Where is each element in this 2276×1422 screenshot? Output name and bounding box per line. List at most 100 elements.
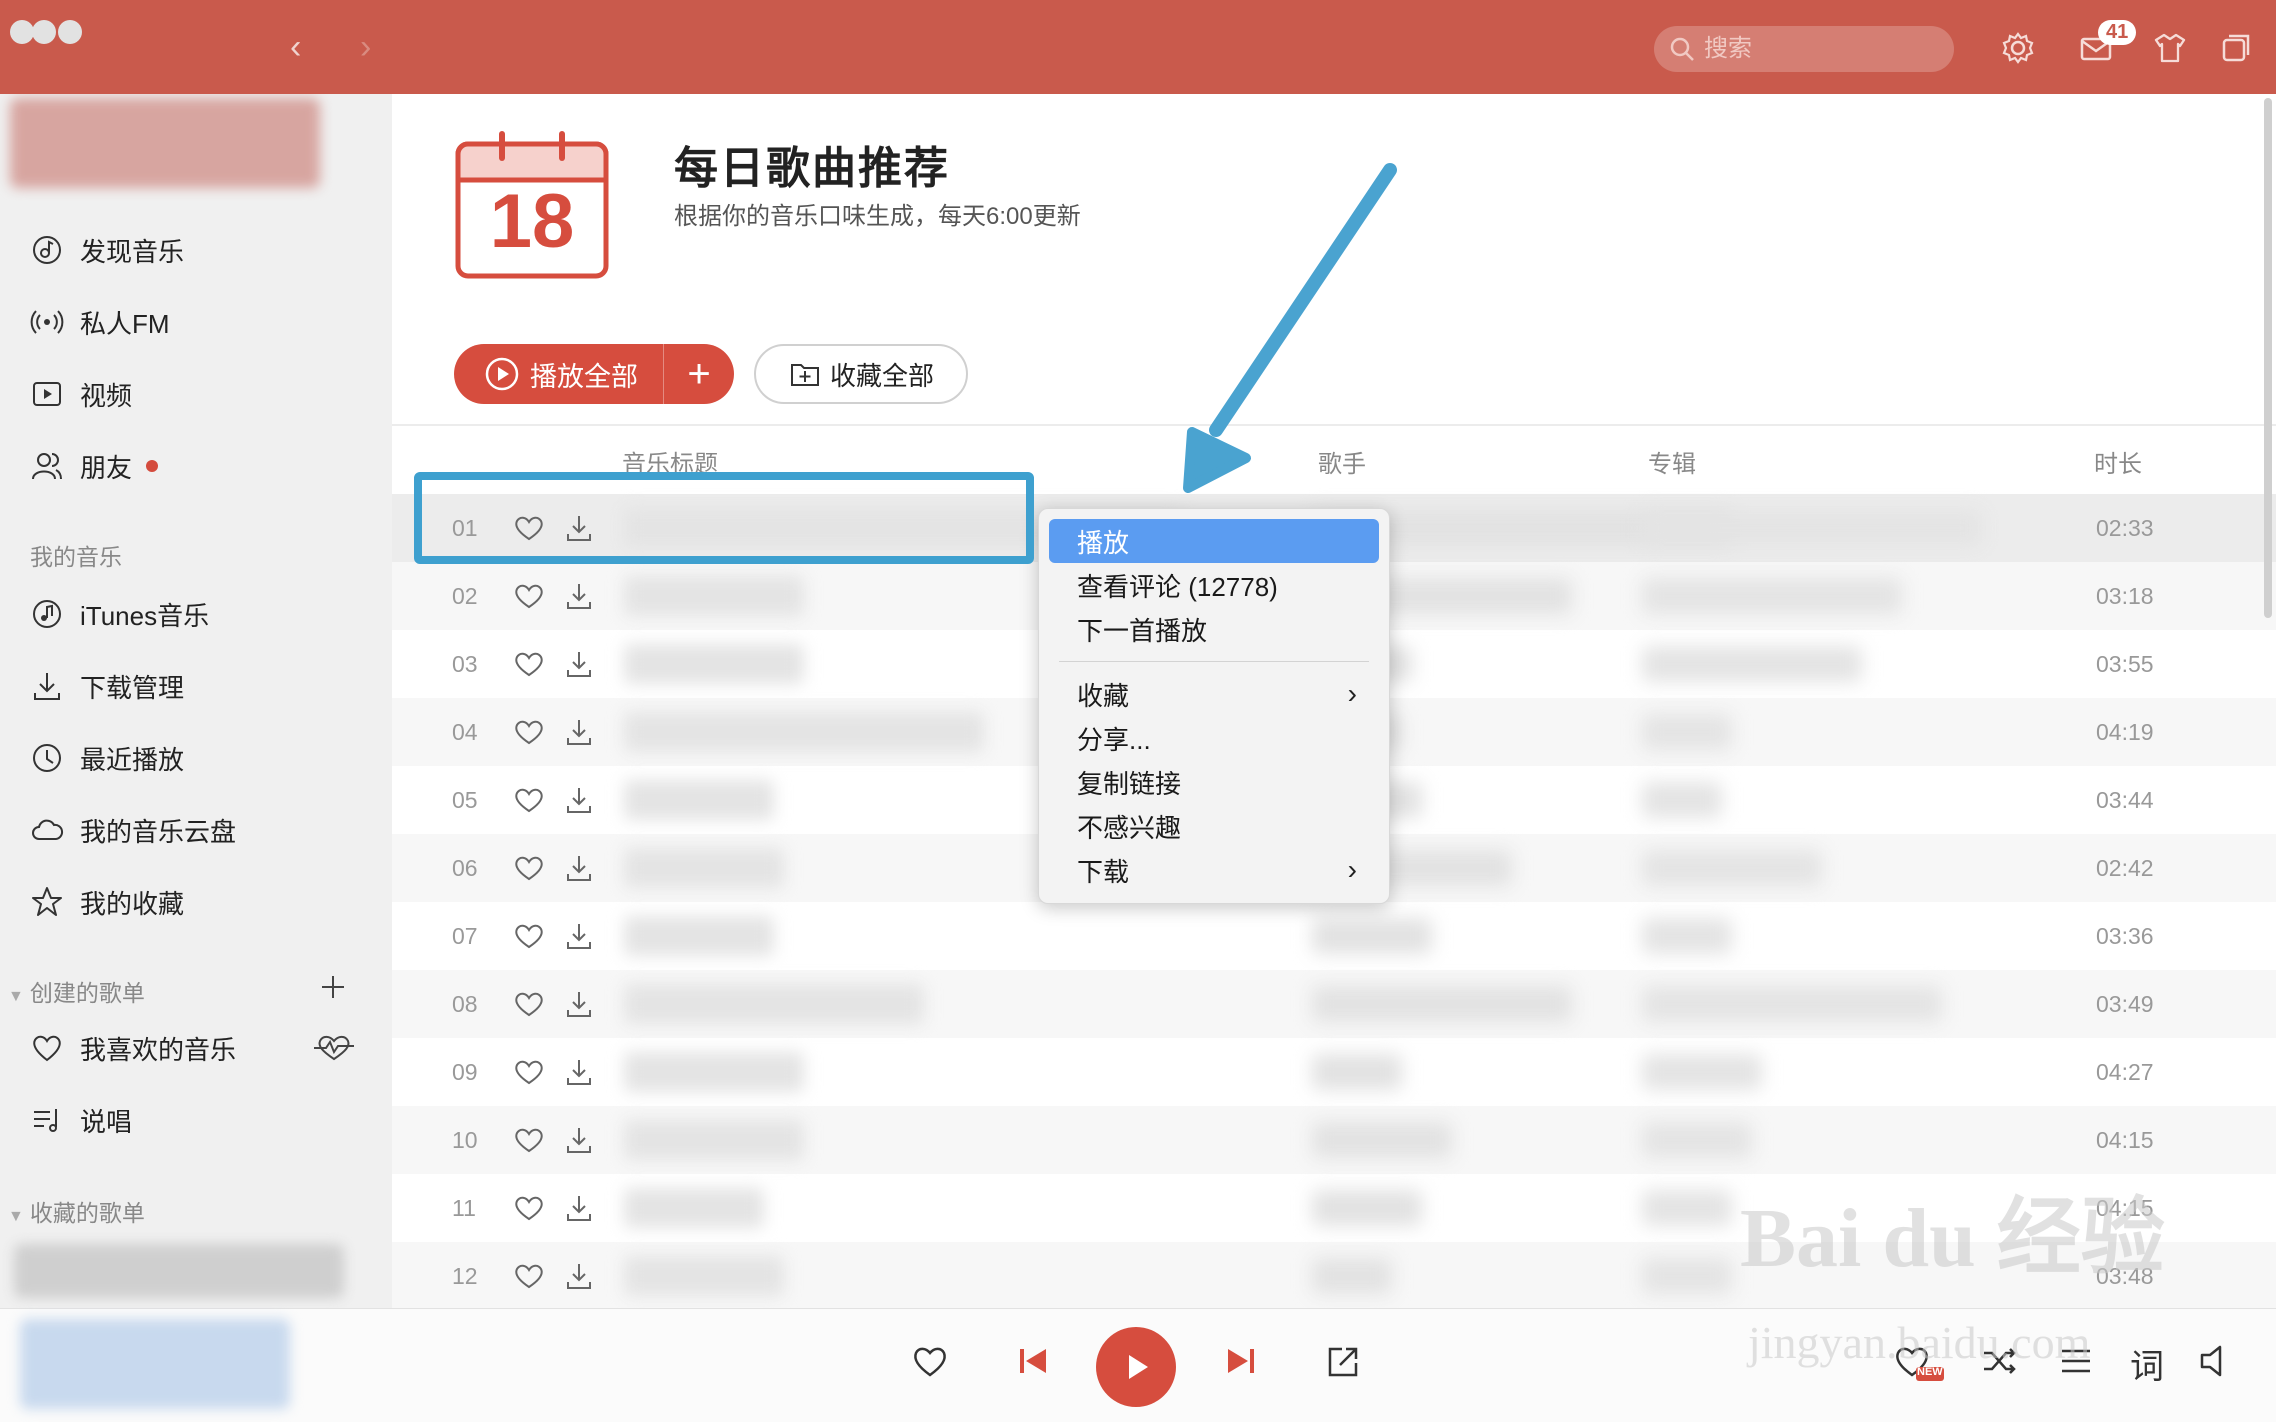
skin-shirt-icon[interactable] [2152, 30, 2188, 66]
window-minimize-button[interactable] [32, 20, 56, 44]
next-track-icon[interactable] [1218, 1339, 1262, 1383]
artist-blurred[interactable] [1312, 1054, 1402, 1090]
search-input[interactable] [1704, 35, 1924, 63]
sidebar-item-cloud[interactable]: 我的音乐云盘 [30, 810, 236, 850]
download-icon[interactable] [562, 579, 596, 613]
like-heart-icon[interactable] [512, 783, 546, 817]
sidebar-item-video[interactable]: 视频 [30, 374, 132, 414]
column-header-album[interactable]: 专辑 [1648, 444, 1696, 479]
track-title-blurred[interactable] [624, 576, 804, 616]
column-header-artist[interactable]: 歌手 [1318, 444, 1366, 479]
download-icon[interactable] [562, 783, 596, 817]
album-blurred[interactable] [1642, 918, 1732, 954]
track-title-blurred[interactable] [624, 984, 924, 1024]
previous-track-icon[interactable] [1012, 1339, 1056, 1383]
album-blurred[interactable] [1642, 1054, 1762, 1090]
menu-item-collect[interactable]: 收藏 › [1049, 672, 1379, 716]
scrollbar[interactable] [2264, 98, 2272, 618]
menu-item-copy-link[interactable]: 复制链接 [1049, 760, 1379, 804]
sidebar-item-discover[interactable]: 发现音乐 [30, 230, 184, 270]
track-title-blurred[interactable] [624, 1256, 784, 1296]
now-playing-blurred[interactable] [20, 1319, 290, 1409]
user-profile-blurred[interactable] [10, 98, 320, 188]
like-heart-icon[interactable] [512, 1259, 546, 1293]
volume-icon[interactable] [2194, 1339, 2238, 1383]
album-blurred[interactable] [1642, 510, 1982, 546]
column-header-duration[interactable]: 时长 [2094, 444, 2142, 479]
album-blurred[interactable] [1642, 578, 1902, 614]
menu-item-comments[interactable]: 查看评论 (12778) [1049, 563, 1379, 607]
collected-playlist-blurred[interactable] [14, 1244, 344, 1298]
menu-item-download[interactable]: 下载 › [1049, 848, 1379, 892]
download-icon[interactable] [562, 919, 596, 953]
album-blurred[interactable] [1642, 1122, 1752, 1158]
heartbeat-mode-icon[interactable] [312, 1032, 356, 1062]
like-heart-icon[interactable] [512, 987, 546, 1021]
track-title-blurred[interactable] [624, 644, 804, 684]
table-row[interactable]: 07 03:36 [392, 902, 2276, 970]
table-row[interactable]: 08 03:49 [392, 970, 2276, 1038]
share-icon[interactable] [1322, 1339, 1366, 1383]
download-icon[interactable] [562, 715, 596, 749]
collected-playlists-section-title[interactable]: ▼ 收藏的歌单 [8, 1194, 145, 1228]
download-icon[interactable] [562, 1055, 596, 1089]
download-icon[interactable] [562, 1191, 596, 1225]
like-heart-icon[interactable] [908, 1339, 952, 1383]
menu-item-not-interested[interactable]: 不感兴趣 [1049, 804, 1379, 848]
window-close-button[interactable] [10, 20, 34, 44]
mini-mode-icon[interactable] [2218, 30, 2254, 66]
like-heart-icon[interactable] [512, 851, 546, 885]
sidebar-item-liked[interactable]: 我喜欢的音乐 [30, 1028, 236, 1068]
like-heart-icon[interactable] [512, 1191, 546, 1225]
like-heart-icon[interactable] [512, 1055, 546, 1089]
sidebar-item-favorites[interactable]: 我的收藏 [30, 882, 184, 922]
like-heart-icon[interactable] [512, 647, 546, 681]
album-blurred[interactable] [1642, 714, 1732, 750]
album-blurred[interactable] [1642, 1190, 1732, 1226]
track-title-blurred[interactable] [624, 1188, 764, 1228]
artist-blurred[interactable] [1312, 986, 1572, 1022]
artist-blurred[interactable] [1312, 1258, 1392, 1294]
menu-item-play[interactable]: 播放 [1049, 519, 1379, 563]
menu-item-play-next[interactable]: 下一首播放 [1049, 607, 1379, 651]
track-title-blurred[interactable] [624, 1052, 804, 1092]
menu-item-share[interactable]: 分享... [1049, 716, 1379, 760]
like-heart-icon[interactable] [512, 579, 546, 613]
download-icon[interactable] [562, 851, 596, 885]
search-box[interactable] [1654, 26, 1954, 72]
table-row[interactable]: 09 04:27 [392, 1038, 2276, 1106]
collect-all-button[interactable]: 收藏全部 [754, 344, 968, 404]
album-blurred[interactable] [1642, 782, 1722, 818]
like-heart-icon[interactable] [512, 1123, 546, 1157]
play-pause-button[interactable] [1096, 1327, 1176, 1407]
album-blurred[interactable] [1642, 1258, 1732, 1294]
add-playlist-icon[interactable] [318, 972, 348, 1002]
like-heart-icon[interactable] [512, 715, 546, 749]
track-title-blurred[interactable] [624, 916, 774, 956]
download-icon[interactable] [562, 647, 596, 681]
track-title-blurred[interactable] [624, 712, 984, 752]
created-playlists-section-title[interactable]: ▼ 创建的歌单 [8, 974, 145, 1008]
download-icon[interactable] [562, 987, 596, 1021]
sidebar-item-downloads[interactable]: 下载管理 [30, 666, 184, 706]
album-blurred[interactable] [1642, 646, 1862, 682]
lyrics-button[interactable]: 词 [2130, 1339, 2164, 1388]
gear-icon[interactable] [2000, 30, 2036, 66]
download-icon[interactable] [562, 1123, 596, 1157]
forward-arrow-icon[interactable]: › [360, 30, 371, 64]
sidebar-item-fm[interactable]: 私人FM [30, 302, 170, 342]
track-title-blurred[interactable] [624, 848, 784, 888]
sidebar-item-recent[interactable]: 最近播放 [30, 738, 184, 778]
play-all-button[interactable]: 播放全部 [454, 344, 664, 404]
sidebar-item-friends[interactable]: 朋友 [30, 446, 159, 486]
track-title-blurred[interactable] [624, 1120, 804, 1160]
window-zoom-button[interactable] [58, 20, 82, 44]
add-to-queue-button[interactable]: + [664, 344, 734, 404]
album-blurred[interactable] [1642, 850, 1822, 886]
artist-blurred[interactable] [1312, 918, 1432, 954]
sidebar-item-itunes[interactable]: iTunes音乐 [30, 594, 209, 634]
artist-blurred[interactable] [1312, 1122, 1452, 1158]
track-title-blurred[interactable] [624, 780, 774, 820]
artist-blurred[interactable] [1312, 1190, 1422, 1226]
back-arrow-icon[interactable]: ‹ [290, 30, 301, 64]
